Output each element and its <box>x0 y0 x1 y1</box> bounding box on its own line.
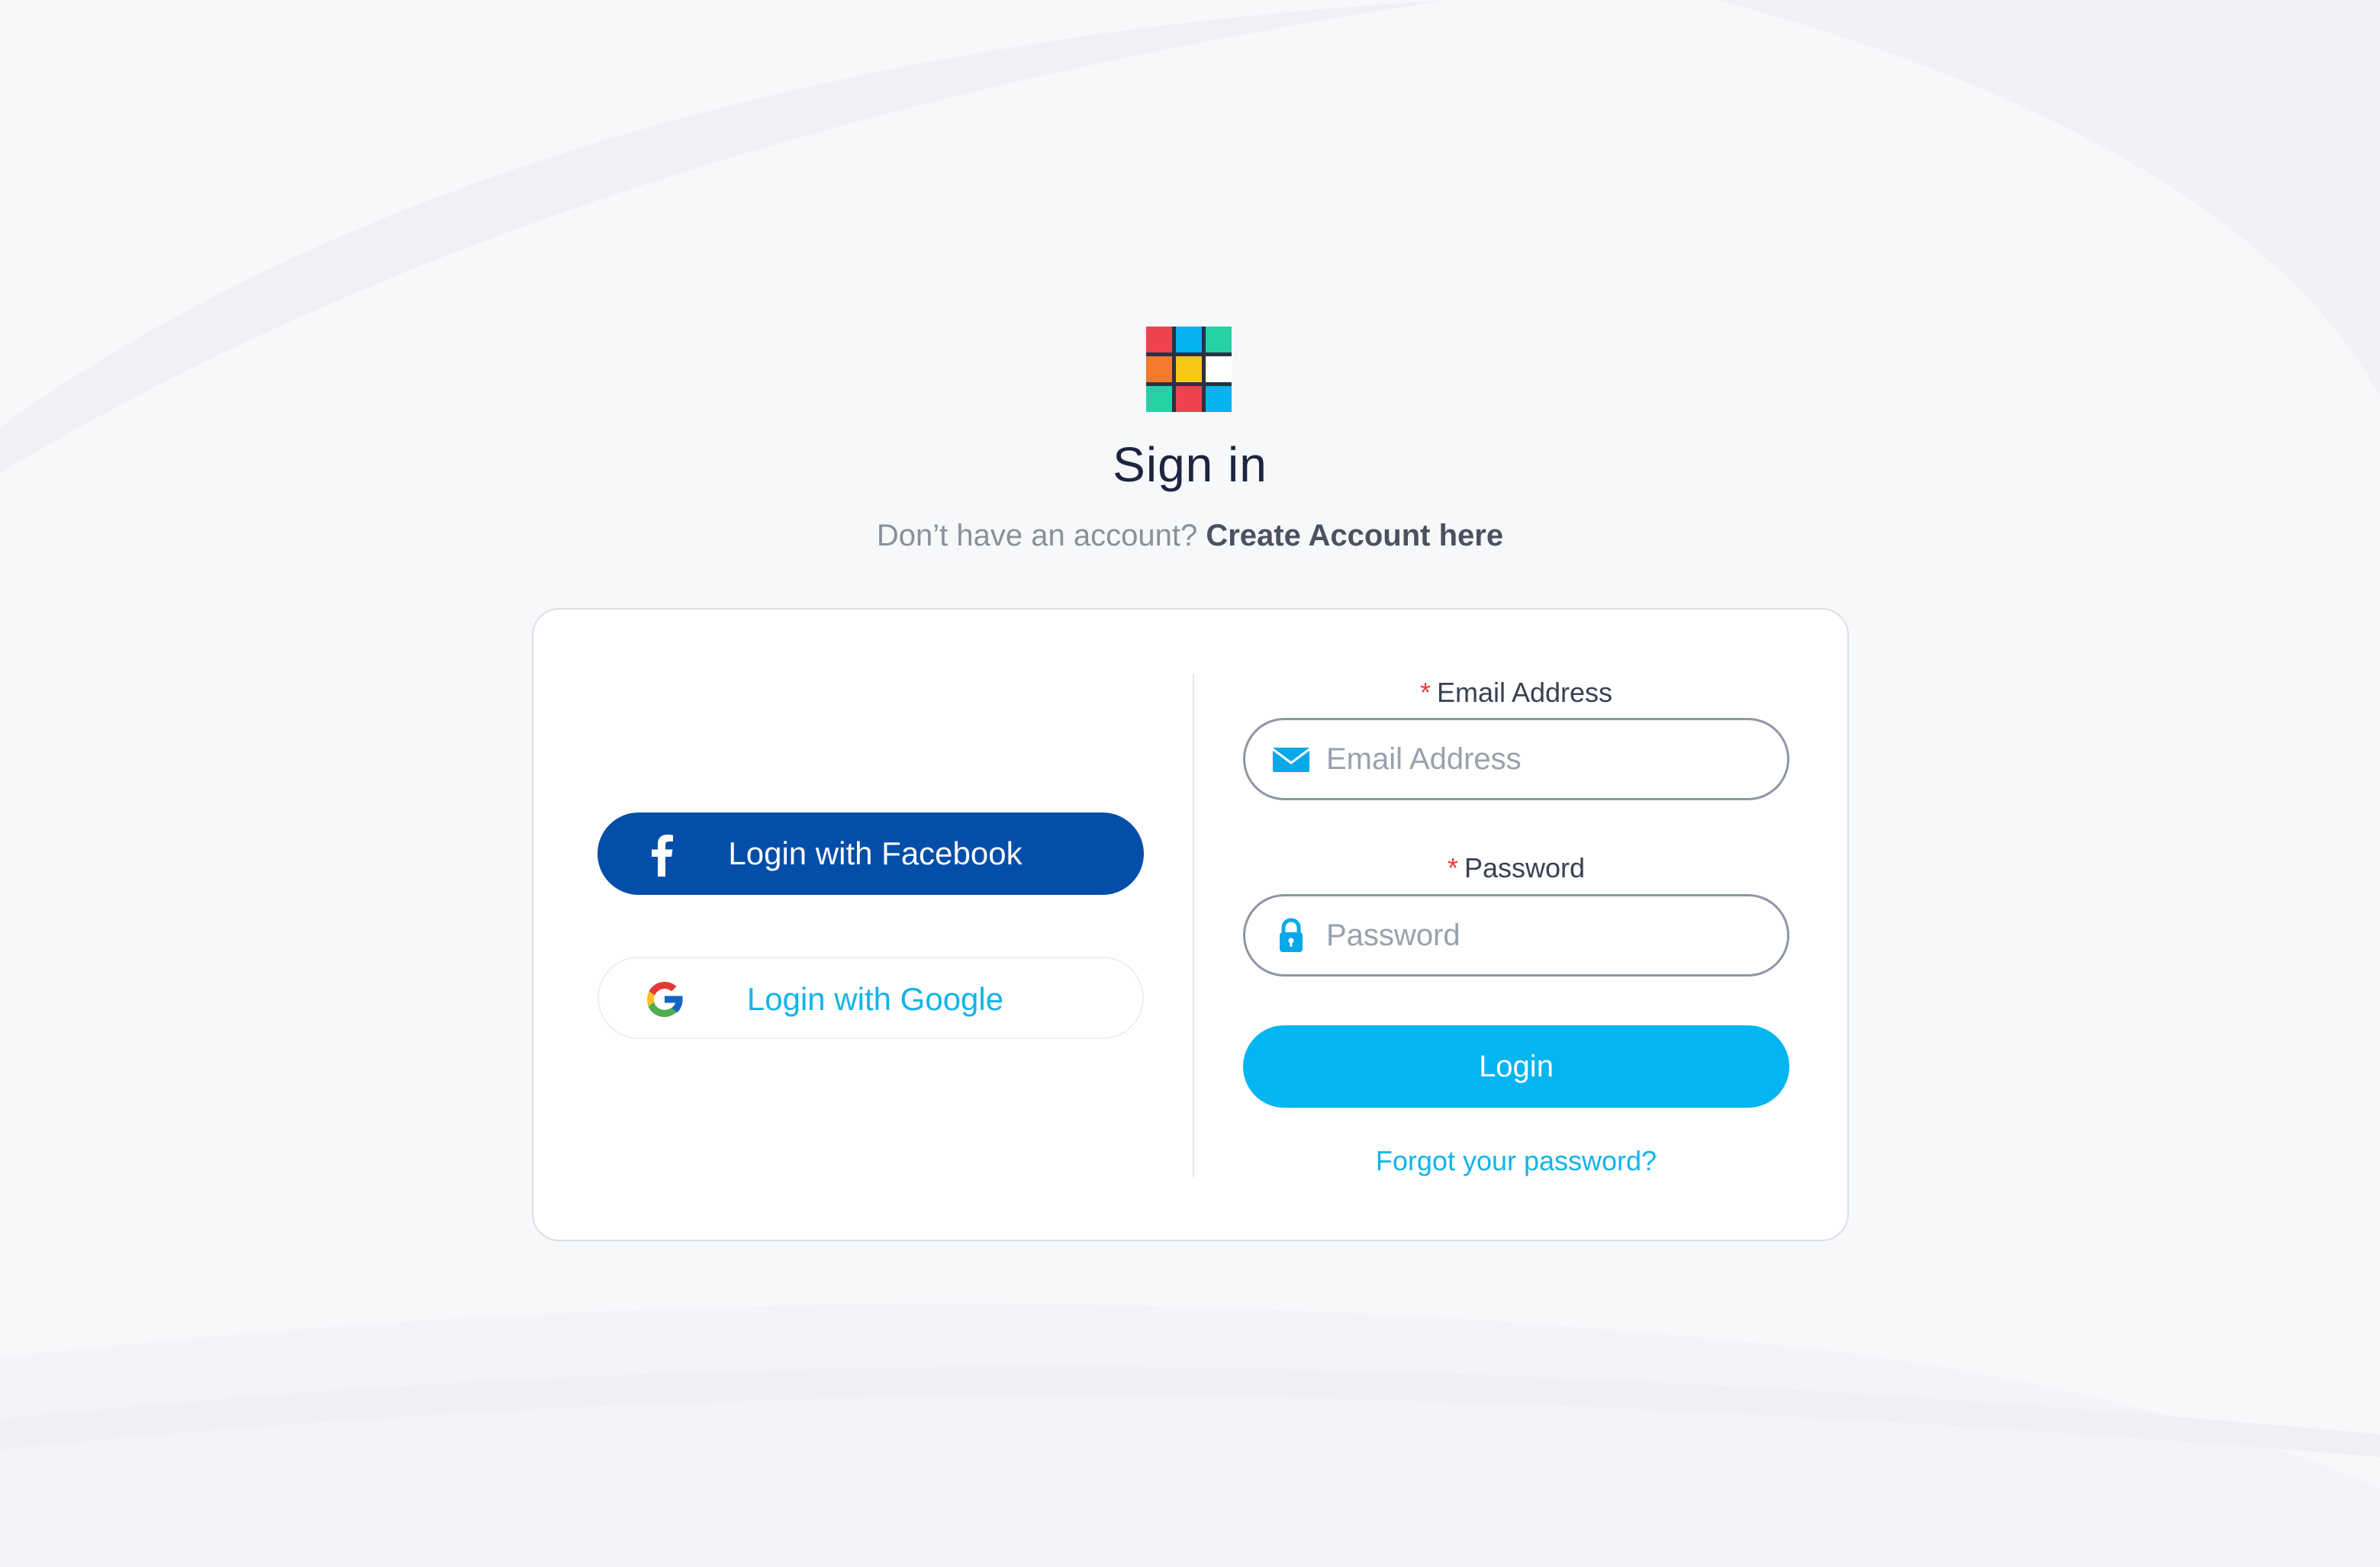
password-label-text: Password <box>1464 852 1586 883</box>
envelope-icon <box>1272 748 1310 772</box>
login-with-google-button[interactable]: Login with Google <box>597 957 1144 1039</box>
password-field[interactable] <box>1243 894 1789 977</box>
lock-icon <box>1280 918 1303 952</box>
sign-in-card: Login with Facebook Login with Google * E… <box>532 608 1849 1241</box>
google-button-label: Login with Google <box>746 981 1004 1017</box>
sign-in-page: Sign in Don’t have an account? Create Ac… <box>0 0 2380 1567</box>
required-asterisk: * <box>1447 852 1458 883</box>
divider <box>1193 674 1194 1177</box>
forgot-password-link[interactable]: Forgot your password? <box>1243 1145 1789 1177</box>
email-label-text: Email Address <box>1436 677 1613 708</box>
facebook-button-label: Login with Facebook <box>728 835 1023 871</box>
email-input[interactable] <box>1326 720 1761 798</box>
signup-prompt-text: Don’t have an account? <box>876 519 1198 552</box>
email-field[interactable] <box>1243 718 1789 800</box>
email-field-label: * Email Address <box>1243 677 1789 709</box>
login-button[interactable]: Login <box>1243 1025 1789 1108</box>
grid-logo-icon <box>1146 327 1232 412</box>
login-with-facebook-button[interactable]: Login with Facebook <box>597 812 1144 895</box>
required-asterisk: * <box>1419 677 1431 708</box>
password-input[interactable] <box>1326 896 1761 974</box>
page-title: Sign in <box>1113 437 1267 492</box>
password-field-label: * Password <box>1243 852 1789 884</box>
create-account-link[interactable]: Create Account here <box>1206 519 1503 552</box>
signup-prompt: Don’t have an account? Create Account he… <box>0 519 2380 553</box>
